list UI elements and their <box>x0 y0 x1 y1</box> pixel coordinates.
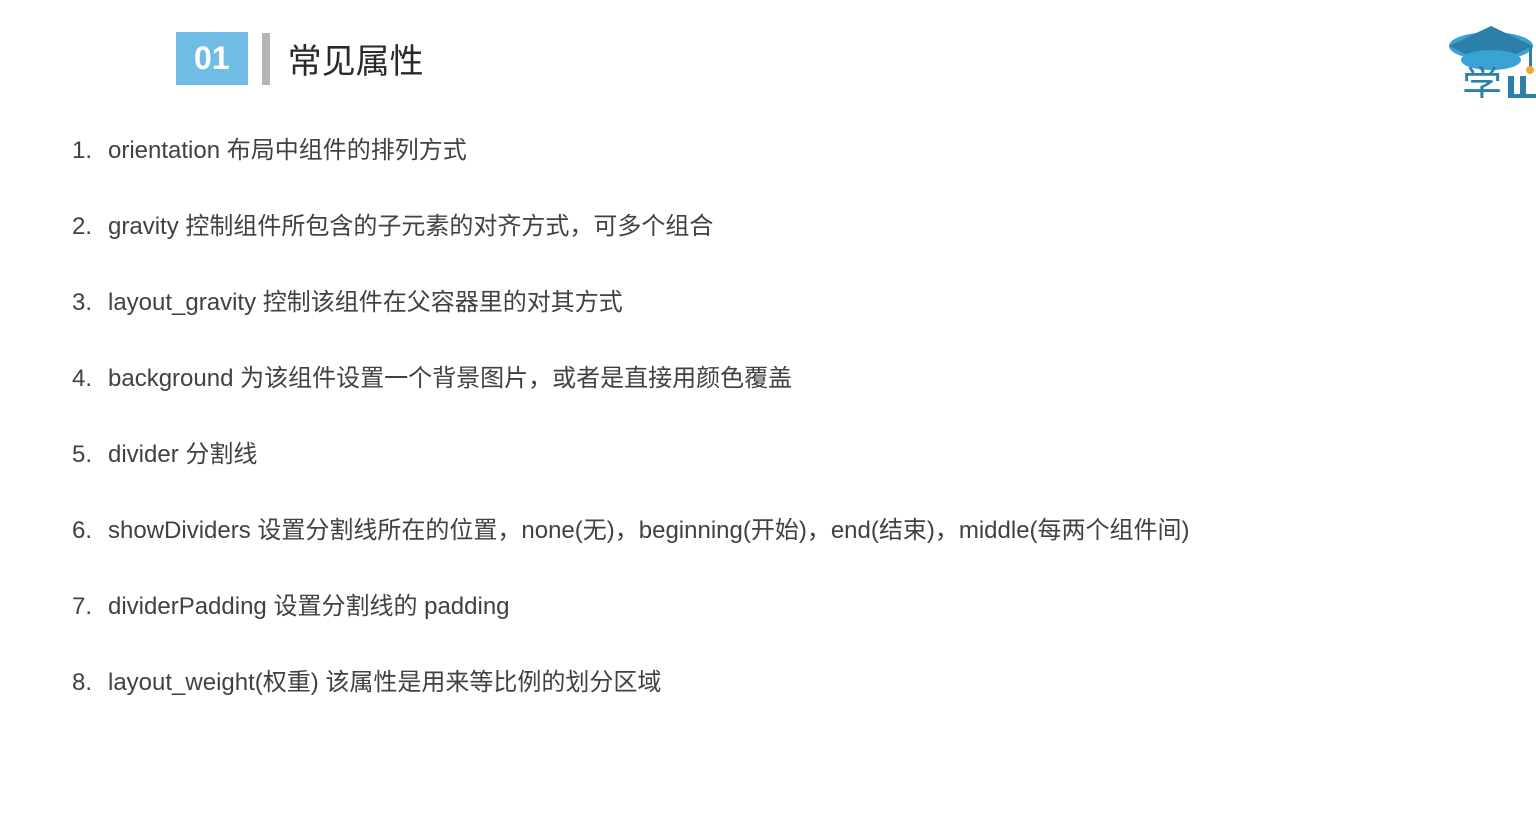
list-item: layout_gravity 控制该组件在父容器里的对其方式 <box>72 285 1536 321</box>
svg-text:学: 学 <box>1462 65 1502 98</box>
list-item: layout_weight(权重) 该属性是用来等比例的划分区域 <box>72 665 1536 701</box>
list-item: showDividers 设置分割线所在的位置，none(无)，beginnin… <box>72 513 1536 549</box>
list-item: dividerPadding 设置分割线的 padding <box>72 589 1536 625</box>
slide-title: 常见属性 <box>288 34 424 83</box>
list-item: background 为该组件设置一个背景图片，或者是直接用颜色覆盖 <box>72 361 1536 397</box>
slide-header: 01 常见属性 <box>0 0 1536 85</box>
slide-content: orientation 布局中组件的排列方式 gravity 控制组件所包含的子… <box>0 85 1536 701</box>
list-item: gravity 控制组件所包含的子元素的对齐方式，可多个组合 <box>72 209 1536 245</box>
list-item: orientation 布局中组件的排列方式 <box>72 133 1536 169</box>
attribute-list: orientation 布局中组件的排列方式 gravity 控制组件所包含的子… <box>72 133 1536 701</box>
section-number-badge: 01 <box>176 32 248 85</box>
graduation-cap-logo-icon: 学 <box>1426 18 1536 98</box>
list-item: divider 分割线 <box>72 437 1536 473</box>
header-divider <box>262 33 270 85</box>
